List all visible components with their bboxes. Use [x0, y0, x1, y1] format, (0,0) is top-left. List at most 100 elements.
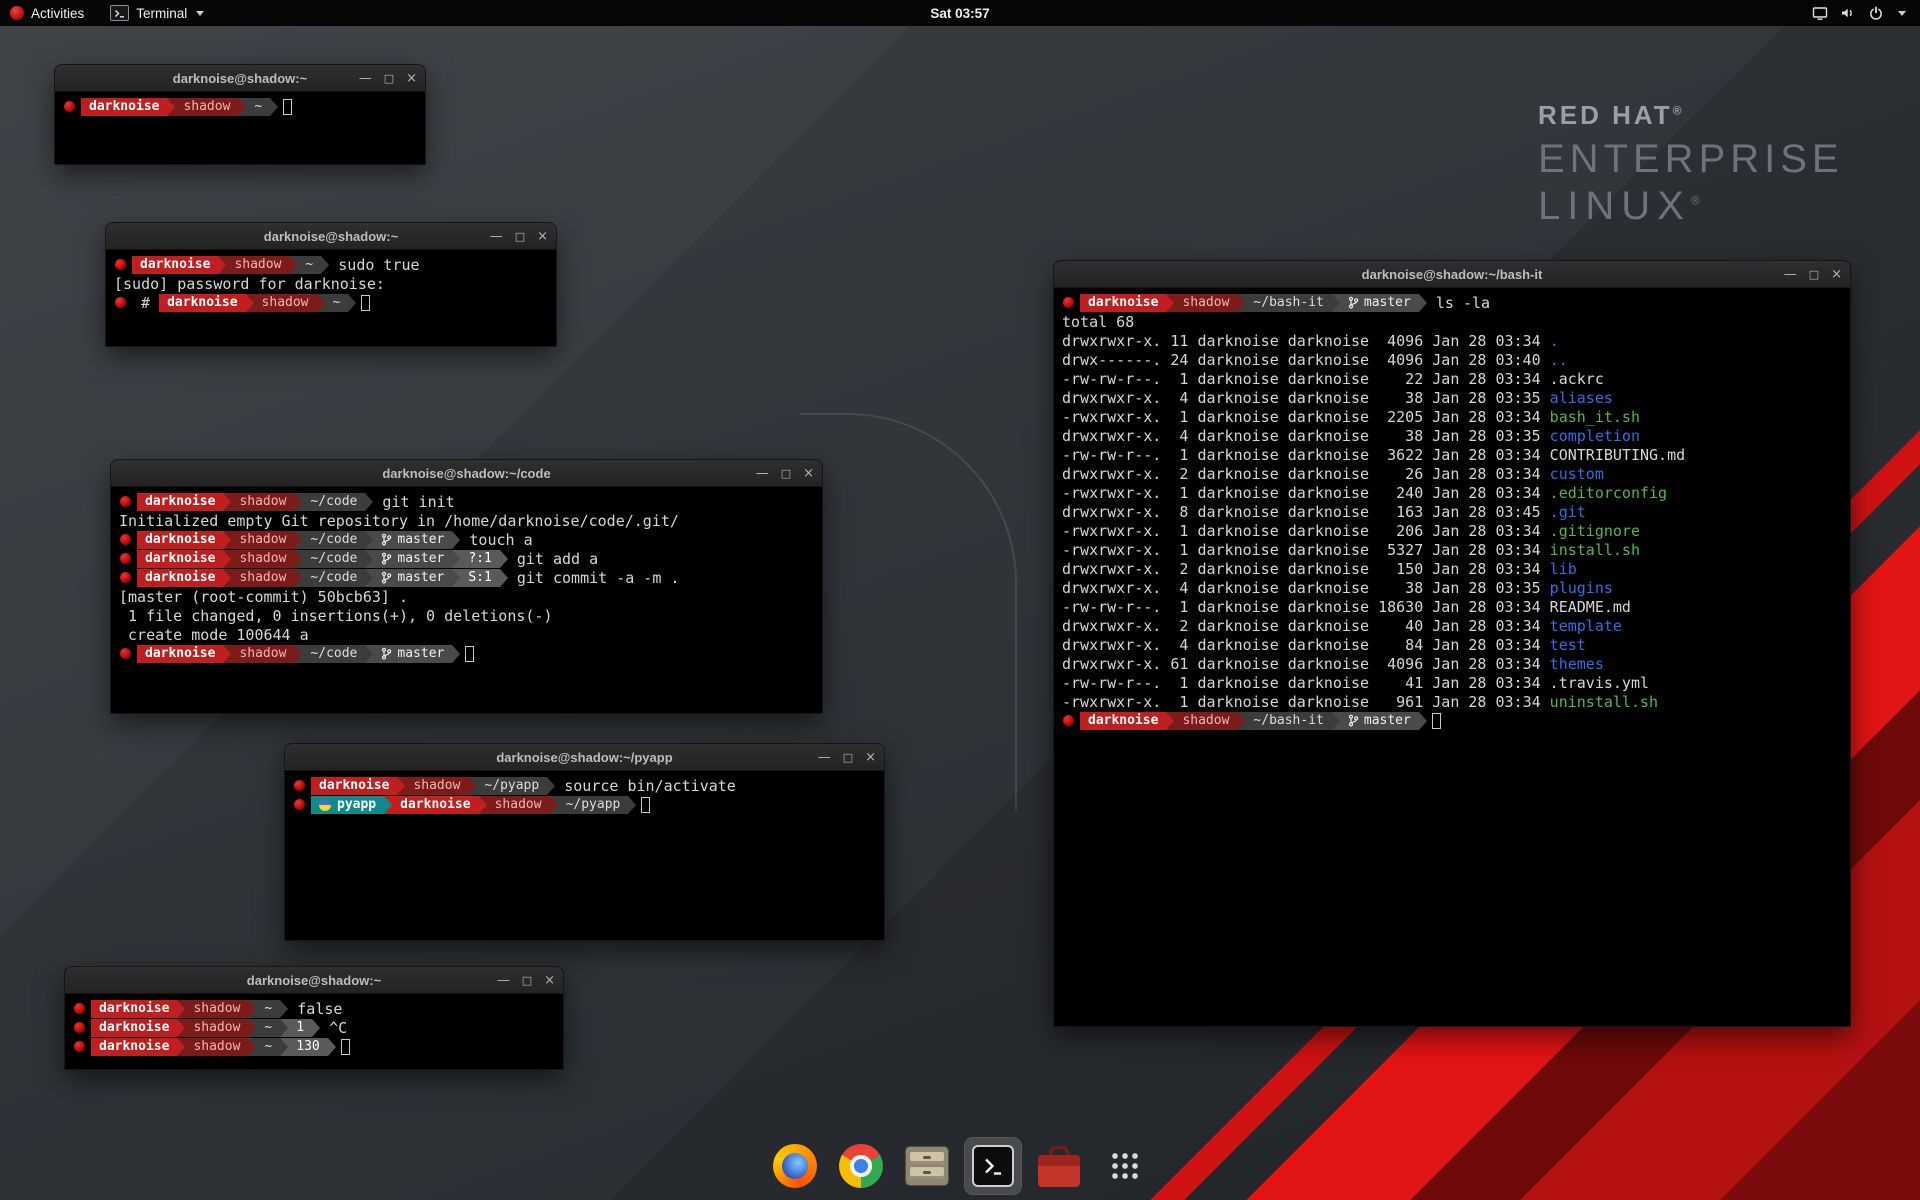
maximize-button[interactable]: □	[522, 975, 532, 986]
maximize-button[interactable]: □	[781, 468, 791, 479]
terminal-text: drwxrwxr-x. 11 darknoise darknoise 4096 …	[1062, 332, 1550, 350]
terminal-text: git init	[373, 493, 454, 511]
terminal-text: themes	[1550, 655, 1604, 673]
maximize-button[interactable]: □	[384, 73, 394, 84]
prompt-redhat-icon	[74, 1022, 85, 1033]
prompt-segment-path: ~	[325, 294, 349, 312]
prompt-redhat-icon	[294, 799, 305, 810]
dock-item-chrome[interactable]	[833, 1138, 889, 1194]
prompt-segment-path: ~/code	[302, 645, 365, 663]
maximize-button[interactable]: □	[515, 231, 525, 242]
terminal-line: darknoiseshadow~/codemasterS:1 git commi…	[119, 568, 814, 587]
terminal-text: create mode 100644 a	[119, 626, 309, 644]
powerline-separator-icon	[384, 796, 392, 814]
prompt-segment-user: darknoise	[137, 493, 223, 511]
prompt-segment-host: shadow	[231, 493, 294, 511]
maximize-button[interactable]: □	[843, 752, 853, 763]
app-menu[interactable]: Terminal	[110, 0, 204, 26]
powerline-separator-icon	[452, 550, 460, 568]
terminal-line: -rwxrwxr-x. 1 darknoise darknoise 206 Ja…	[1062, 521, 1842, 540]
git-branch-icon	[1348, 296, 1359, 309]
terminal-content[interactable]: darknoiseshadow~ sudo true[sudo] passwor…	[106, 250, 556, 317]
system-status-area[interactable]	[1812, 5, 1920, 21]
prompt-segment-host: shadow	[231, 531, 294, 549]
terminal-window: darknoise@shadow:~/bash-it — □ × darknoi…	[1053, 260, 1851, 1027]
prompt-segment-host: shadow	[231, 645, 294, 663]
powerline-separator-icon	[452, 531, 460, 549]
prompt-segment-host: shadow	[175, 98, 238, 116]
minimize-button[interactable]: —	[359, 72, 372, 85]
powerline-separator-icon	[365, 531, 373, 549]
terminal-line: # darknoiseshadow~	[114, 293, 548, 312]
prompt-segment-user: darknoise	[91, 1000, 177, 1018]
close-button[interactable]: ×	[406, 72, 417, 85]
terminal-text: git commit -a -m .	[508, 569, 680, 587]
powerline-separator-icon	[177, 1038, 185, 1056]
prompt-segment-git2: 1	[288, 1019, 312, 1037]
minimize-button[interactable]: —	[756, 467, 769, 480]
terminal-text: [sudo] password for darknoise:	[114, 275, 394, 293]
prompt-segment-git: master	[373, 531, 452, 549]
dock-item-terminal[interactable]	[965, 1138, 1021, 1194]
minimize-button[interactable]: —	[490, 230, 503, 243]
powerline-separator-icon	[177, 1000, 185, 1018]
minimize-button[interactable]: —	[818, 751, 831, 764]
window-titlebar[interactable]: darknoise@shadow:~/bash-it — □ ×	[1054, 261, 1850, 288]
terminal-text: install.sh	[1550, 541, 1640, 559]
terminal-cursor	[641, 797, 650, 813]
prompt-segment-host: shadow	[185, 1000, 248, 1018]
terminal-line: drwxrwxr-x. 8 darknoise darknoise 163 Ja…	[1062, 502, 1842, 521]
prompt-redhat-icon	[120, 534, 131, 545]
minimize-button[interactable]: —	[497, 974, 510, 987]
volume-icon	[1840, 5, 1856, 21]
terminal-text: custom	[1550, 465, 1604, 483]
terminal-content[interactable]: darknoiseshadow~/pyapp source bin/activa…	[285, 771, 884, 819]
powerline-separator-icon	[248, 1019, 256, 1037]
clock[interactable]: Sat 03:57	[0, 6, 1920, 21]
window-titlebar[interactable]: darknoise@shadow:~ — □ ×	[65, 967, 563, 994]
dock-item-firefox[interactable]	[767, 1138, 823, 1194]
chevron-down-icon	[196, 11, 204, 16]
terminal-content[interactable]: darknoiseshadow~/code git initInitialize…	[111, 487, 822, 668]
prompt-segment-host: shadow	[254, 294, 317, 312]
terminal-content[interactable]: darknoiseshadow~	[55, 92, 425, 121]
powerline-separator-icon	[550, 796, 558, 814]
powerline-separator-icon	[294, 550, 302, 568]
activities-button[interactable]: Activities	[10, 0, 84, 26]
dock-item-show-apps[interactable]	[1097, 1138, 1153, 1194]
powerline-separator-icon	[294, 531, 302, 549]
close-button[interactable]: ×	[1831, 268, 1842, 281]
powerline-separator-icon	[479, 796, 487, 814]
close-button[interactable]: ×	[865, 751, 876, 764]
window-titlebar[interactable]: darknoise@shadow:~/pyapp — □ ×	[285, 744, 884, 771]
terminal-line: total 68	[1062, 312, 1842, 331]
terminal-text: -rwxrwxr-x. 1 darknoise darknoise 2205 J…	[1062, 408, 1550, 426]
powerline-separator-icon	[177, 1019, 185, 1037]
prompt-segment-git2: ?:1	[460, 550, 499, 568]
terminal-window: darknoise@shadow:~ — □ × darknoise shadow…	[64, 966, 564, 1070]
window-titlebar[interactable]: darknoise@shadow:~ — □ ×	[55, 65, 425, 92]
prompt-redhat-icon	[120, 648, 131, 659]
dock	[767, 1138, 1153, 1194]
prompt-segment-path: ~/code	[302, 531, 365, 549]
window-title: darknoise@shadow:~/pyapp	[496, 750, 672, 765]
dock-item-toolbox[interactable]	[1031, 1138, 1087, 1194]
terminal-text: .git	[1550, 503, 1586, 521]
terminal-text: false	[288, 1000, 342, 1018]
terminal-content[interactable]: darknoiseshadow~/bash-itmaster ls -latot…	[1054, 288, 1850, 735]
maximize-button[interactable]: □	[1809, 269, 1819, 280]
prompt-segment-host: shadow	[231, 550, 294, 568]
powerline-separator-icon	[238, 98, 246, 116]
window-titlebar[interactable]: darknoise@shadow:~ — □ ×	[106, 223, 556, 250]
powerline-separator-icon	[348, 294, 356, 312]
close-button[interactable]: ×	[537, 230, 548, 243]
terminal-content[interactable]: darknoiseshadow~ falsedarknoiseshadow~1 …	[65, 994, 563, 1061]
dock-item-files[interactable]	[899, 1138, 955, 1194]
window-titlebar[interactable]: darknoise@shadow:~/code — □ ×	[111, 460, 822, 487]
close-button[interactable]: ×	[544, 974, 555, 987]
powerline-separator-icon	[628, 796, 636, 814]
prompt-segment-path: ~/code	[302, 550, 365, 568]
prompt-segment-host: shadow	[231, 569, 294, 587]
close-button[interactable]: ×	[803, 467, 814, 480]
minimize-button[interactable]: —	[1784, 268, 1797, 281]
